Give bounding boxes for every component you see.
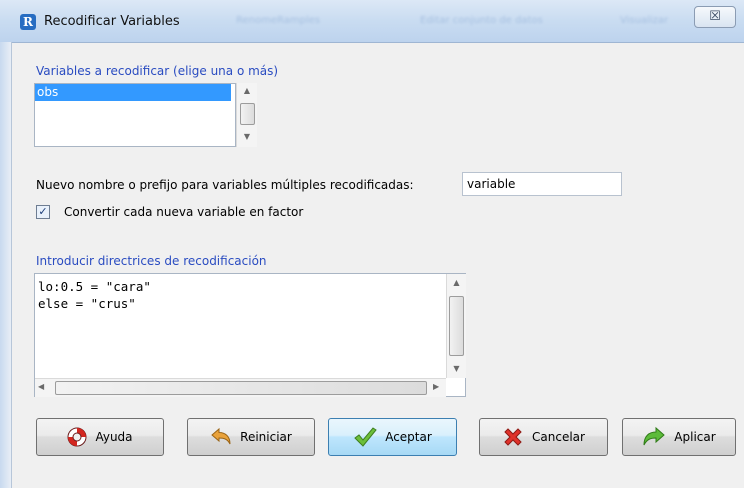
close-button[interactable]: ☒	[694, 6, 736, 28]
forward-arrow-icon	[643, 426, 666, 446]
directive-line: else = "crus"	[38, 296, 136, 311]
scroll-thumb[interactable]	[240, 103, 255, 125]
directives-vscrollbar[interactable]: ▲ ▼	[446, 274, 466, 378]
scroll-down-icon[interactable]: ▼	[239, 132, 255, 141]
help-label: Ayuda	[95, 430, 133, 444]
variables-scrollbar[interactable]: ▲ ▼	[236, 83, 257, 147]
variables-listbox[interactable]: obs	[34, 83, 236, 147]
new-name-label: Nuevo nombre o prefijo para variables mú…	[36, 178, 414, 192]
new-name-input[interactable]: variable	[462, 172, 622, 196]
undo-arrow-icon	[211, 427, 231, 445]
directive-line: lo:0.5 = "cara"	[38, 279, 151, 294]
ok-button[interactable]: Aceptar	[328, 418, 457, 456]
directives-hscrollbar[interactable]: ◀ ▶	[35, 378, 446, 397]
factor-checkbox[interactable]: ✓	[36, 205, 50, 219]
apply-button[interactable]: Aplicar	[622, 418, 736, 456]
close-icon: ☒	[709, 9, 721, 24]
background-window-title: Visualizar	[620, 15, 669, 26]
scroll-up-icon[interactable]: ▲	[239, 86, 255, 95]
reset-label: Reiniciar	[240, 430, 292, 444]
factor-checkbox-label[interactable]: Convertir cada nueva variable en factor	[64, 205, 303, 219]
scroll-left-icon[interactable]: ◀	[38, 382, 44, 391]
cancel-button[interactable]: Cancelar	[479, 418, 608, 456]
x-icon	[504, 428, 522, 446]
help-button[interactable]: Ayuda	[36, 418, 164, 456]
cancel-label: Cancelar	[532, 430, 585, 444]
lifebuoy-icon	[67, 427, 87, 447]
list-item[interactable]: obs	[35, 84, 231, 101]
r-logo-icon: R	[20, 14, 36, 30]
reset-button[interactable]: Reiniciar	[187, 418, 315, 456]
scroll-thumb[interactable]	[449, 296, 464, 356]
scroll-down-icon[interactable]: ▼	[449, 364, 464, 373]
apply-label: Aplicar	[674, 430, 716, 444]
variables-label: Variables a recodificar (elige una o más…	[36, 64, 279, 78]
background-window-title: Editar conjunto de datos	[420, 15, 543, 26]
check-icon: ✓	[38, 205, 48, 218]
ok-label: Aceptar	[385, 430, 432, 444]
scroll-right-icon[interactable]: ▶	[433, 382, 439, 391]
directives-text[interactable]: lo:0.5 = "cara" else = "crus"	[38, 278, 151, 312]
window-left-border	[0, 42, 12, 488]
scroll-thumb[interactable]	[55, 381, 427, 395]
checkmark-icon	[354, 427, 377, 447]
directives-label: Introducir directrices de recodificación	[36, 254, 267, 268]
background-window-title: RenomeRamples	[236, 15, 321, 26]
window-title: Recodificar Variables	[44, 14, 180, 29]
scroll-up-icon[interactable]: ▲	[449, 278, 464, 287]
